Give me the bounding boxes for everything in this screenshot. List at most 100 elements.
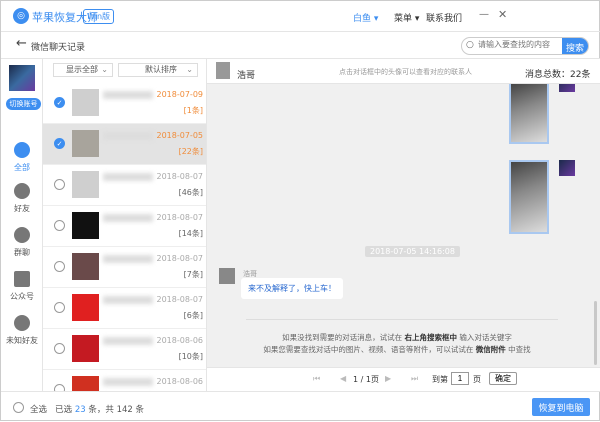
nav-unknown[interactable]: 未知好友 <box>1 315 43 346</box>
nav-friends[interactable]: 好友 <box>1 183 43 214</box>
next-page-icon[interactable]: ▶ <box>385 374 391 383</box>
sender-avatar[interactable] <box>219 268 235 284</box>
conversation-item[interactable]: ✓ 2018-07-09 [1条] <box>43 83 206 124</box>
conversation-date: 2018-07-05 <box>156 131 204 140</box>
account-avatar[interactable] <box>9 65 35 91</box>
win-badge: Win版 <box>83 9 115 24</box>
group-icon <box>14 227 30 243</box>
blurred-name <box>103 378 153 386</box>
nav-label: 群聊 <box>14 248 30 257</box>
conversation-avatar <box>72 130 99 157</box>
person-icon <box>14 183 30 199</box>
message-count: [1条] <box>183 106 203 115</box>
conversation-avatar <box>72 253 99 280</box>
nav-label: 未知好友 <box>6 336 38 345</box>
goto-label: 到第 <box>432 375 448 384</box>
page-unit: 页 <box>473 375 481 384</box>
conversation-item[interactable]: 2018-08-07 [7条] <box>43 247 206 288</box>
blurred-name <box>103 132 153 140</box>
confirm-page-button[interactable]: 确定 <box>489 372 517 385</box>
main-menu[interactable]: 菜单 ▾ <box>394 11 419 24</box>
item-checkbox[interactable] <box>54 179 65 190</box>
conversation-item[interactable]: 2018-08-06 [10条] <box>43 329 206 370</box>
page-indicator: 1 / 1页 <box>353 375 379 384</box>
message-count: [22条] <box>178 147 203 156</box>
nav-official[interactable]: 公众号 <box>1 271 43 302</box>
message-timestamp: 2018-07-05 14:16:08 <box>365 246 460 257</box>
conversation-item[interactable]: 2018-08-07 [46条] <box>43 165 206 206</box>
search-input[interactable] <box>478 40 558 49</box>
chat-image[interactable] <box>509 160 549 234</box>
conversation-item[interactable]: ✓ 2018-07-05 [22条] <box>43 124 206 165</box>
conversation-avatar <box>72 171 99 198</box>
nav-groups[interactable]: 群聊 <box>1 227 43 258</box>
item-checkbox[interactable] <box>54 343 65 354</box>
conversation-avatar <box>72 294 99 321</box>
message-bubble: 来不及解释了，快上车！ <box>241 278 343 299</box>
item-checkbox[interactable] <box>54 384 65 391</box>
search-button[interactable]: 搜索 <box>562 38 588 54</box>
chevron-down-icon: ⌄ <box>186 65 193 74</box>
chat-hint: 点击对话框中的头像可以查看对应的联系人 <box>339 68 472 76</box>
app-logo-icon: ◎ <box>13 8 29 24</box>
selection-summary: 全选 已选 23 条，共 142 条 <box>30 405 144 415</box>
blurred-name <box>103 255 153 263</box>
page-title: 微信聊天记录 <box>31 43 86 53</box>
message-count: [14条] <box>178 229 203 238</box>
item-checkbox[interactable] <box>54 220 65 231</box>
goto-page-input[interactable] <box>451 372 469 385</box>
select-all-checkbox[interactable] <box>13 402 24 413</box>
conversation-avatar <box>72 376 99 391</box>
tiles-icon <box>14 271 30 287</box>
nav-label: 好友 <box>14 204 30 213</box>
blurred-name <box>103 296 153 304</box>
chat-body <box>207 84 600 367</box>
blurred-name <box>103 91 153 99</box>
restore-to-pc-button[interactable]: 恢复到电脑 <box>532 398 590 416</box>
message-count: [7条] <box>183 270 203 279</box>
attachment-tip: 如果您需要查找对话中的图片、视频、语音等附件，可以试试在 微信附件 中查找 <box>263 345 531 354</box>
nav-label: 全部 <box>14 163 30 172</box>
user-menu[interactable]: 白鱼 ▾ <box>353 11 378 24</box>
conversation-item[interactable]: 2018-08-06 <box>43 370 206 391</box>
search-tip: 如果没找到需要的对话消息，试试在 右上角搜索框中 输入对话关键字 <box>282 333 512 342</box>
conversation-date: 2018-07-09 <box>156 90 204 99</box>
conversation-date: 2018-08-07 <box>156 172 204 181</box>
message-total: 消息总数：22条 <box>525 70 591 80</box>
conversation-item[interactable]: 2018-08-07 [14条] <box>43 206 206 247</box>
item-checkbox[interactable]: ✓ <box>54 138 65 149</box>
item-checkbox[interactable] <box>54 302 65 313</box>
conversation-avatar <box>72 335 99 362</box>
select-all-label[interactable]: 全选 <box>30 405 47 415</box>
my-avatar[interactable] <box>559 84 575 92</box>
item-checkbox[interactable]: ✓ <box>54 97 65 108</box>
message-count: [46条] <box>178 188 203 197</box>
contact-avatar[interactable] <box>216 62 230 79</box>
chevron-down-icon: ⌄ <box>101 65 108 74</box>
search-box: ○ 搜索 <box>461 37 589 55</box>
blurred-name <box>103 337 153 345</box>
contact-us-link[interactable]: 联系我们 <box>426 11 462 24</box>
last-page-icon[interactable]: ⏭ <box>411 374 418 384</box>
nav-label: 公众号 <box>10 292 34 301</box>
switch-account-button[interactable]: 切换账号 <box>6 98 41 110</box>
message-count: [6条] <box>183 311 203 320</box>
pagination <box>207 367 600 391</box>
conversation-date: 2018-08-06 <box>156 336 204 345</box>
first-page-icon[interactable]: ⏮ <box>313 374 320 384</box>
nav-all[interactable]: 全部 <box>1 142 43 173</box>
my-avatar[interactable] <box>559 160 575 176</box>
search-icon: ○ <box>466 40 474 50</box>
prev-page-icon[interactable]: ◀ <box>340 374 346 383</box>
back-arrow-icon[interactable]: ← <box>16 36 27 51</box>
conversation-avatar <box>72 89 99 116</box>
close-button[interactable]: ✕ <box>498 8 507 21</box>
item-checkbox[interactable] <box>54 261 65 272</box>
chat-image[interactable] <box>509 84 549 144</box>
chat-scrollbar[interactable] <box>594 301 597 365</box>
sort-dropdown[interactable]: 默认排序 ⌄ <box>118 63 198 77</box>
conversation-date: 2018-08-06 <box>156 377 204 386</box>
minimize-button[interactable]: — <box>479 9 489 20</box>
show-filter-dropdown[interactable]: 显示全部 ⌄ <box>53 63 113 77</box>
conversation-item[interactable]: 2018-08-07 [6条] <box>43 288 206 329</box>
